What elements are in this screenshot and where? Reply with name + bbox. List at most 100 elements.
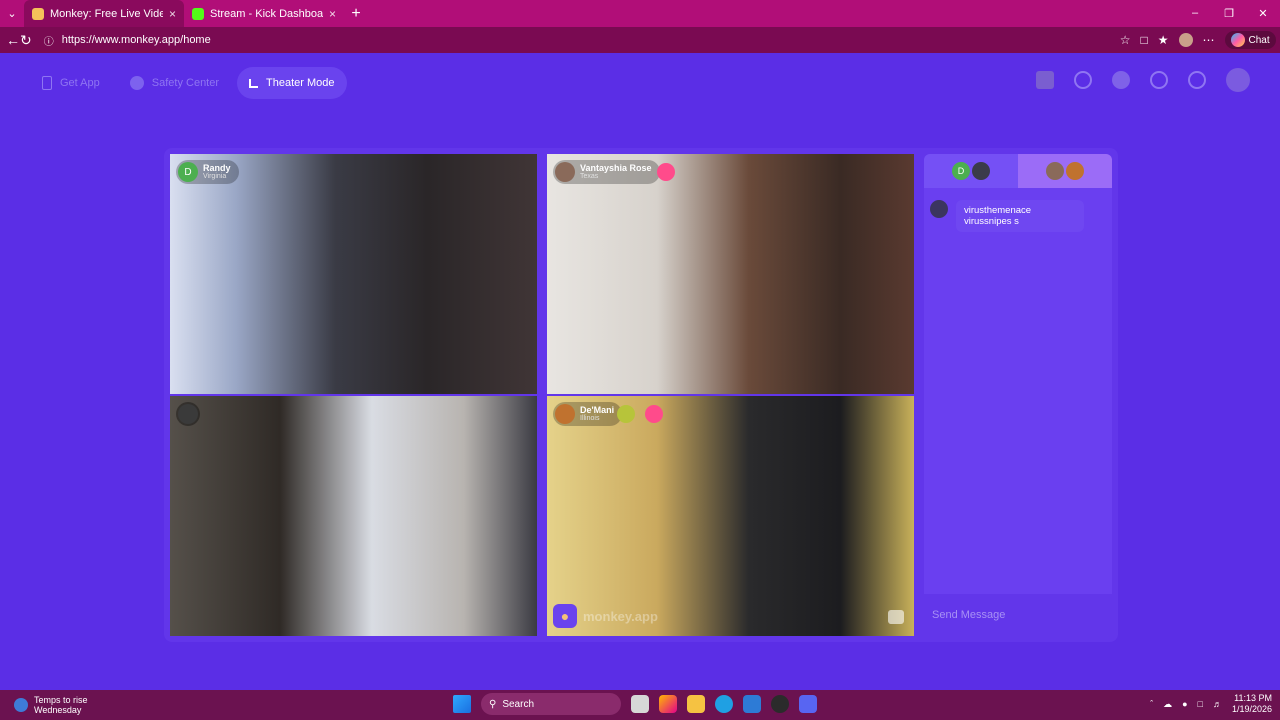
shield-icon bbox=[129, 76, 144, 90]
profile-icon[interactable] bbox=[1178, 33, 1193, 47]
url-field[interactable]: ⓘ https://www.monkey.app/home bbox=[36, 30, 1116, 50]
video-tile[interactable]: De'Mani Illinois ● monkey.app bbox=[547, 396, 914, 636]
weather-widget[interactable]: Temps to rise Wednesday bbox=[14, 695, 88, 715]
skip-icon[interactable] bbox=[888, 610, 904, 624]
expand-icon bbox=[249, 78, 259, 88]
theater-mode-label: Theater Mode bbox=[266, 77, 335, 89]
rose-badge-icon bbox=[657, 163, 675, 181]
chat-tabs: D bbox=[924, 154, 1112, 188]
address-bar-row: ← ↻ ⓘ https://www.monkey.app/home ☆ □ ★ … bbox=[0, 27, 1280, 53]
monkey-watermark: ● monkey.app bbox=[553, 604, 658, 628]
coin-icon[interactable] bbox=[1112, 71, 1130, 89]
safety-center-button[interactable]: Safety Center bbox=[118, 67, 231, 99]
task-view-icon[interactable] bbox=[631, 695, 649, 713]
top-nav: Get App Safety Center Theater Mode bbox=[30, 67, 347, 99]
date: 1/19/2026 bbox=[1231, 704, 1272, 714]
shop-icon[interactable] bbox=[1036, 71, 1054, 89]
restore-icon[interactable]: ❐ bbox=[1212, 7, 1246, 20]
onedrive-icon[interactable]: ☁ bbox=[1163, 699, 1172, 710]
copilot-chat-button[interactable]: Chat bbox=[1224, 31, 1276, 49]
display-icon[interactable]: □ bbox=[1198, 699, 1203, 709]
thermometer-icon bbox=[14, 698, 28, 712]
taskbar-search[interactable]: ⚲ Search bbox=[481, 693, 621, 715]
heart-badge-icon bbox=[617, 405, 635, 423]
url-text: https://www.monkey.app/home bbox=[61, 34, 211, 46]
split-screen-icon[interactable]: □ bbox=[1141, 33, 1148, 47]
weather-subtitle: Wednesday bbox=[34, 705, 82, 715]
more-menu-icon[interactable]: ⋯ bbox=[1203, 33, 1215, 47]
close-tab-icon[interactable]: × bbox=[329, 7, 336, 21]
edge-icon[interactable] bbox=[715, 695, 733, 713]
windows-start-icon[interactable] bbox=[453, 695, 471, 713]
get-app-button[interactable]: Get App bbox=[30, 67, 112, 99]
minimize-icon[interactable]: – bbox=[1178, 7, 1212, 20]
video-tile[interactable]: Vantayshia Rose Texas bbox=[547, 154, 914, 394]
site-info-icon[interactable]: ⓘ bbox=[44, 33, 54, 48]
file-explorer-icon[interactable] bbox=[687, 695, 705, 713]
copilot-app-icon[interactable] bbox=[659, 695, 677, 713]
avatar bbox=[1046, 162, 1064, 180]
refresh-icon[interactable]: ↻ bbox=[20, 32, 32, 49]
tab-monkey[interactable]: Monkey: Free Live Video Chat × bbox=[24, 0, 184, 27]
favorite-star-icon[interactable]: ☆ bbox=[1120, 33, 1131, 47]
close-tab-icon[interactable]: × bbox=[169, 7, 176, 21]
back-icon[interactable]: ← bbox=[6, 32, 20, 48]
search-label: Search bbox=[502, 698, 535, 710]
close-window-icon[interactable]: ✕ bbox=[1246, 7, 1280, 20]
video-tile[interactable] bbox=[170, 396, 537, 636]
phone-icon bbox=[42, 76, 52, 90]
search-icon: ⚲ bbox=[489, 698, 497, 710]
safety-center-label: Safety Center bbox=[151, 77, 220, 89]
weather-title: Temps to rise bbox=[34, 695, 88, 705]
favorites-icon[interactable]: ★ bbox=[1158, 33, 1169, 47]
chat-tab-group-2[interactable] bbox=[1018, 154, 1112, 188]
chat-message: virusthemenace virussnipes s bbox=[930, 200, 1106, 232]
avatar bbox=[1066, 162, 1084, 180]
search-icon[interactable] bbox=[1074, 71, 1092, 89]
avatar: D bbox=[178, 162, 198, 182]
avatar[interactable] bbox=[1226, 68, 1250, 92]
participant-label: Vantayshia Rose Texas bbox=[553, 160, 660, 184]
avatar bbox=[178, 404, 198, 424]
participant-location: Illinois bbox=[580, 415, 600, 422]
browser-tab-bar: ⌄ Monkey: Free Live Video Chat × Stream … bbox=[0, 0, 1280, 27]
participant-name: De'Mani bbox=[580, 405, 615, 415]
send-message-input[interactable]: Send Message bbox=[924, 594, 1112, 636]
clock[interactable]: 11:13 PM 1/19/2026 bbox=[1232, 693, 1272, 715]
system-tray: ˆ ☁ ● □ ♬ 11:13 PM 1/19/2026 bbox=[1150, 693, 1272, 715]
participant-label bbox=[176, 402, 200, 426]
chat-tab-group-1[interactable]: D bbox=[924, 154, 1018, 188]
microphone-icon[interactable]: ● bbox=[1182, 699, 1187, 709]
windows-taskbar: Temps to rise Wednesday ⚲ Search ˆ ☁ ● □… bbox=[0, 690, 1280, 720]
avatar bbox=[972, 162, 990, 180]
messages-icon[interactable] bbox=[1188, 71, 1206, 89]
avatar bbox=[930, 200, 948, 218]
avatar: D bbox=[952, 162, 970, 180]
copilot-label: Chat bbox=[1248, 34, 1270, 46]
obs-icon[interactable] bbox=[771, 695, 789, 713]
tab-kick[interactable]: Stream - Kick Dashboard × bbox=[184, 0, 344, 27]
new-tab-button[interactable]: + bbox=[344, 5, 368, 23]
theater-mode-button[interactable]: Theater Mode bbox=[237, 67, 347, 99]
get-app-label: Get App bbox=[60, 77, 100, 89]
avatar bbox=[555, 162, 575, 182]
watermark-text: monkey.app bbox=[583, 608, 658, 624]
chevron-up-icon[interactable]: ˆ bbox=[1150, 699, 1153, 709]
copilot-icon bbox=[1230, 33, 1245, 47]
video-stage: D Randy Virginia Vantayshia Rose Texas D… bbox=[164, 148, 1118, 642]
kick-favicon-icon bbox=[192, 7, 204, 20]
participant-location: Virginia bbox=[203, 173, 227, 180]
store-icon[interactable] bbox=[743, 695, 761, 713]
participant-label: D Randy Virginia bbox=[176, 160, 239, 184]
participant-name: Vantayshia Rose bbox=[580, 163, 652, 173]
taskbar-apps: ⚲ Search bbox=[453, 693, 817, 715]
video-tile[interactable]: D Randy Virginia bbox=[170, 154, 537, 394]
tab-title: Stream - Kick Dashboard bbox=[210, 7, 323, 20]
time: 11:13 PM bbox=[1234, 693, 1272, 703]
tab-title: Monkey: Free Live Video Chat bbox=[50, 7, 163, 20]
discord-icon[interactable] bbox=[799, 695, 817, 713]
tab-actions-menu-icon[interactable]: ⌄ bbox=[0, 0, 24, 27]
history-icon[interactable] bbox=[1150, 71, 1168, 89]
participant-name: Randy bbox=[203, 163, 231, 173]
volume-icon[interactable]: ♬ bbox=[1213, 699, 1222, 709]
